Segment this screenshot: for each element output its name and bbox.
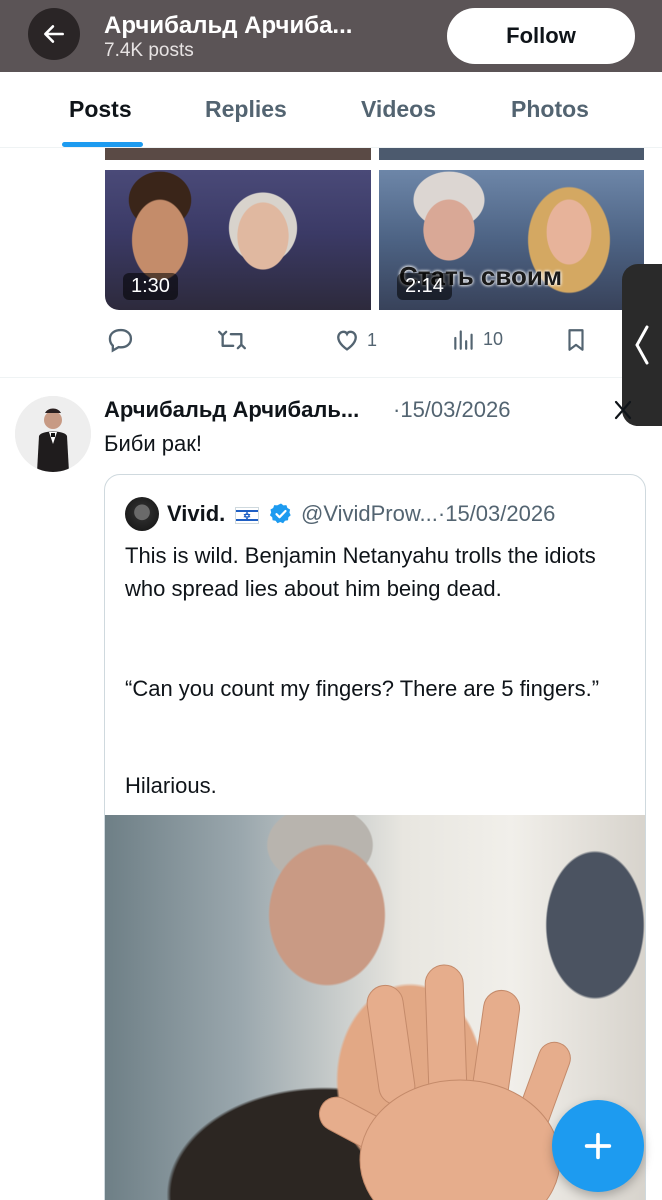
bookmark-button[interactable]	[563, 326, 589, 354]
avatar[interactable]	[15, 396, 91, 472]
quote-meta: @VividProw...·15/03/2026	[301, 501, 555, 527]
tab-replies[interactable]: Replies	[205, 96, 287, 123]
video-thumbnail[interactable]: 1:30	[105, 170, 371, 310]
profile-tabs: Posts Replies Videos Photos	[0, 72, 662, 148]
tab-photos[interactable]: Photos	[511, 96, 589, 123]
views-count: 10	[483, 328, 504, 349]
post-author-name[interactable]: Арчибальд Арчибаль...	[104, 397, 359, 423]
post-date-meta: ·15/03/2026	[393, 397, 510, 423]
post-actions: 1 10	[105, 320, 625, 360]
profile-name: Арчибальд Арчиба...	[104, 12, 353, 39]
plus-icon	[584, 1132, 612, 1160]
bookmark-icon	[568, 329, 584, 351]
tab-videos[interactable]: Videos	[361, 96, 436, 123]
posts-count: 7.4K posts	[104, 40, 194, 61]
like-button[interactable]: 1	[333, 326, 377, 354]
media-top-edge	[105, 148, 371, 160]
repost-button[interactable]	[217, 326, 247, 354]
israel-flag-icon	[235, 507, 259, 524]
quote-date: 15/03/2026	[445, 501, 556, 526]
quoted-post[interactable]: Vivid. @VividProw...·15/03/2026 This is …	[104, 474, 646, 1200]
post-date[interactable]: 15/03/2026	[400, 397, 510, 422]
video-duration: 1:30	[123, 273, 178, 300]
active-tab-indicator	[62, 142, 143, 147]
views-button[interactable]: 10	[451, 326, 503, 352]
follow-button[interactable]: Follow	[447, 8, 635, 64]
media-top-edge	[379, 148, 644, 160]
post-text: Биби рак!	[104, 431, 202, 456]
quote-handle: @VividProw...	[301, 501, 438, 526]
heart-icon	[337, 330, 357, 351]
avatar-photo	[15, 396, 91, 472]
compose-button[interactable]	[552, 1100, 644, 1192]
video-thumbnail[interactable]: Стать своим 2:14	[379, 170, 644, 310]
back-button[interactable]	[28, 8, 80, 60]
quote-text-paragraph: Hilarious.	[125, 773, 217, 798]
repost-icon	[218, 330, 246, 350]
verified-badge-icon	[269, 503, 291, 524]
quote-avatar	[125, 497, 159, 531]
views-icon	[454, 330, 473, 350]
like-count: 1	[367, 329, 378, 350]
quote-text-paragraph: This is wild. Benjamin Netanyahu trolls …	[125, 543, 596, 601]
tab-posts[interactable]: Posts	[69, 96, 132, 123]
reply-icon	[108, 328, 133, 353]
profile-header: Арчибальд Арчиба... 7.4K posts Follow	[0, 0, 662, 72]
reply-button[interactable]	[107, 326, 135, 354]
quote-text-paragraph: “Can you count my fingers? There are 5 f…	[125, 676, 600, 701]
video-duration: 2:14	[397, 273, 452, 300]
arrow-left-icon	[44, 25, 64, 43]
quote-author-name: Vivid.	[167, 501, 226, 526]
close-icon[interactable]	[612, 396, 634, 422]
chevron-left-icon	[635, 325, 649, 365]
post-divider	[0, 377, 662, 378]
